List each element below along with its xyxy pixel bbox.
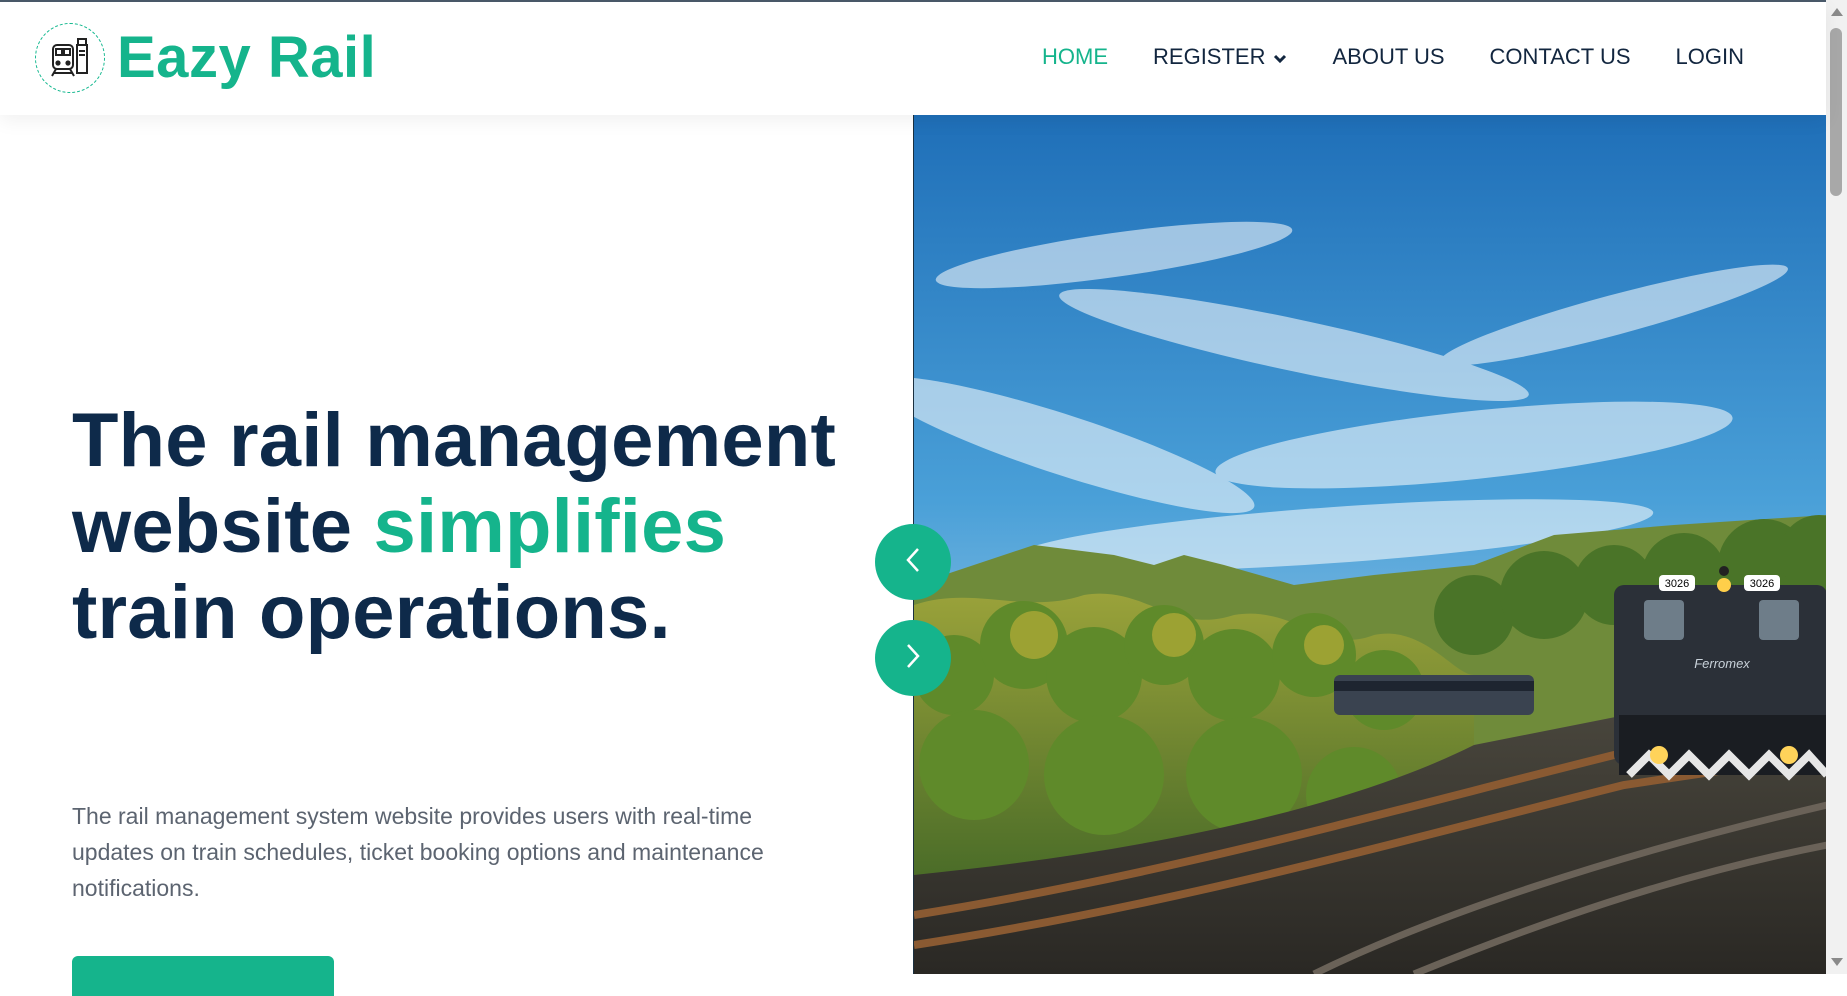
carousel-next-button[interactable] [875, 620, 951, 696]
nav-about[interactable]: ABOUT US [1332, 44, 1444, 70]
loco-brand: Ferromex [1694, 656, 1750, 671]
nav-register[interactable]: REGISTER [1153, 44, 1287, 70]
hero-title-line1: The rail management [72, 398, 837, 483]
loco-number-left: 3026 [1665, 578, 1689, 590]
page-scrollbar[interactable] [1826, 0, 1847, 974]
chevron-down-icon [1273, 44, 1287, 70]
hero-title-highlight: simplifies [373, 484, 727, 569]
main-nav: HOME REGISTER ABOUT US CONTACT US LOGIN [997, 44, 1744, 70]
nav-register-label: REGISTER [1153, 44, 1266, 69]
nav-login[interactable]: LOGIN [1676, 44, 1744, 70]
brand-name: Eazy Rail [117, 25, 377, 90]
hero-title: The rail management website simplifies t… [72, 398, 892, 656]
scroll-up-arrow[interactable] [1831, 8, 1843, 16]
brand-logo[interactable]: Eazy Rail [35, 23, 376, 93]
carousel-prev-button[interactable] [875, 524, 951, 600]
nav-contact[interactable]: CONTACT US [1490, 44, 1631, 70]
chevron-right-icon [902, 641, 924, 676]
hero-title-line2: website [72, 484, 374, 569]
hero-cta-button[interactable] [72, 956, 334, 996]
loco-number-right: 3026 [1750, 578, 1774, 590]
site-header: Eazy Rail HOME REGISTER ABOUT US CONTACT… [0, 2, 1826, 115]
scroll-thumb[interactable] [1830, 28, 1842, 196]
hero-description: The rail management system website provi… [72, 803, 764, 901]
nav-home[interactable]: HOME [1042, 44, 1108, 70]
hero-image: 3026 3026 Ferromex [913, 115, 1827, 974]
hero-title-line3: train operations. [72, 570, 671, 655]
train-icon [35, 23, 105, 93]
scroll-down-arrow[interactable] [1831, 958, 1843, 966]
chevron-left-icon [902, 545, 924, 580]
